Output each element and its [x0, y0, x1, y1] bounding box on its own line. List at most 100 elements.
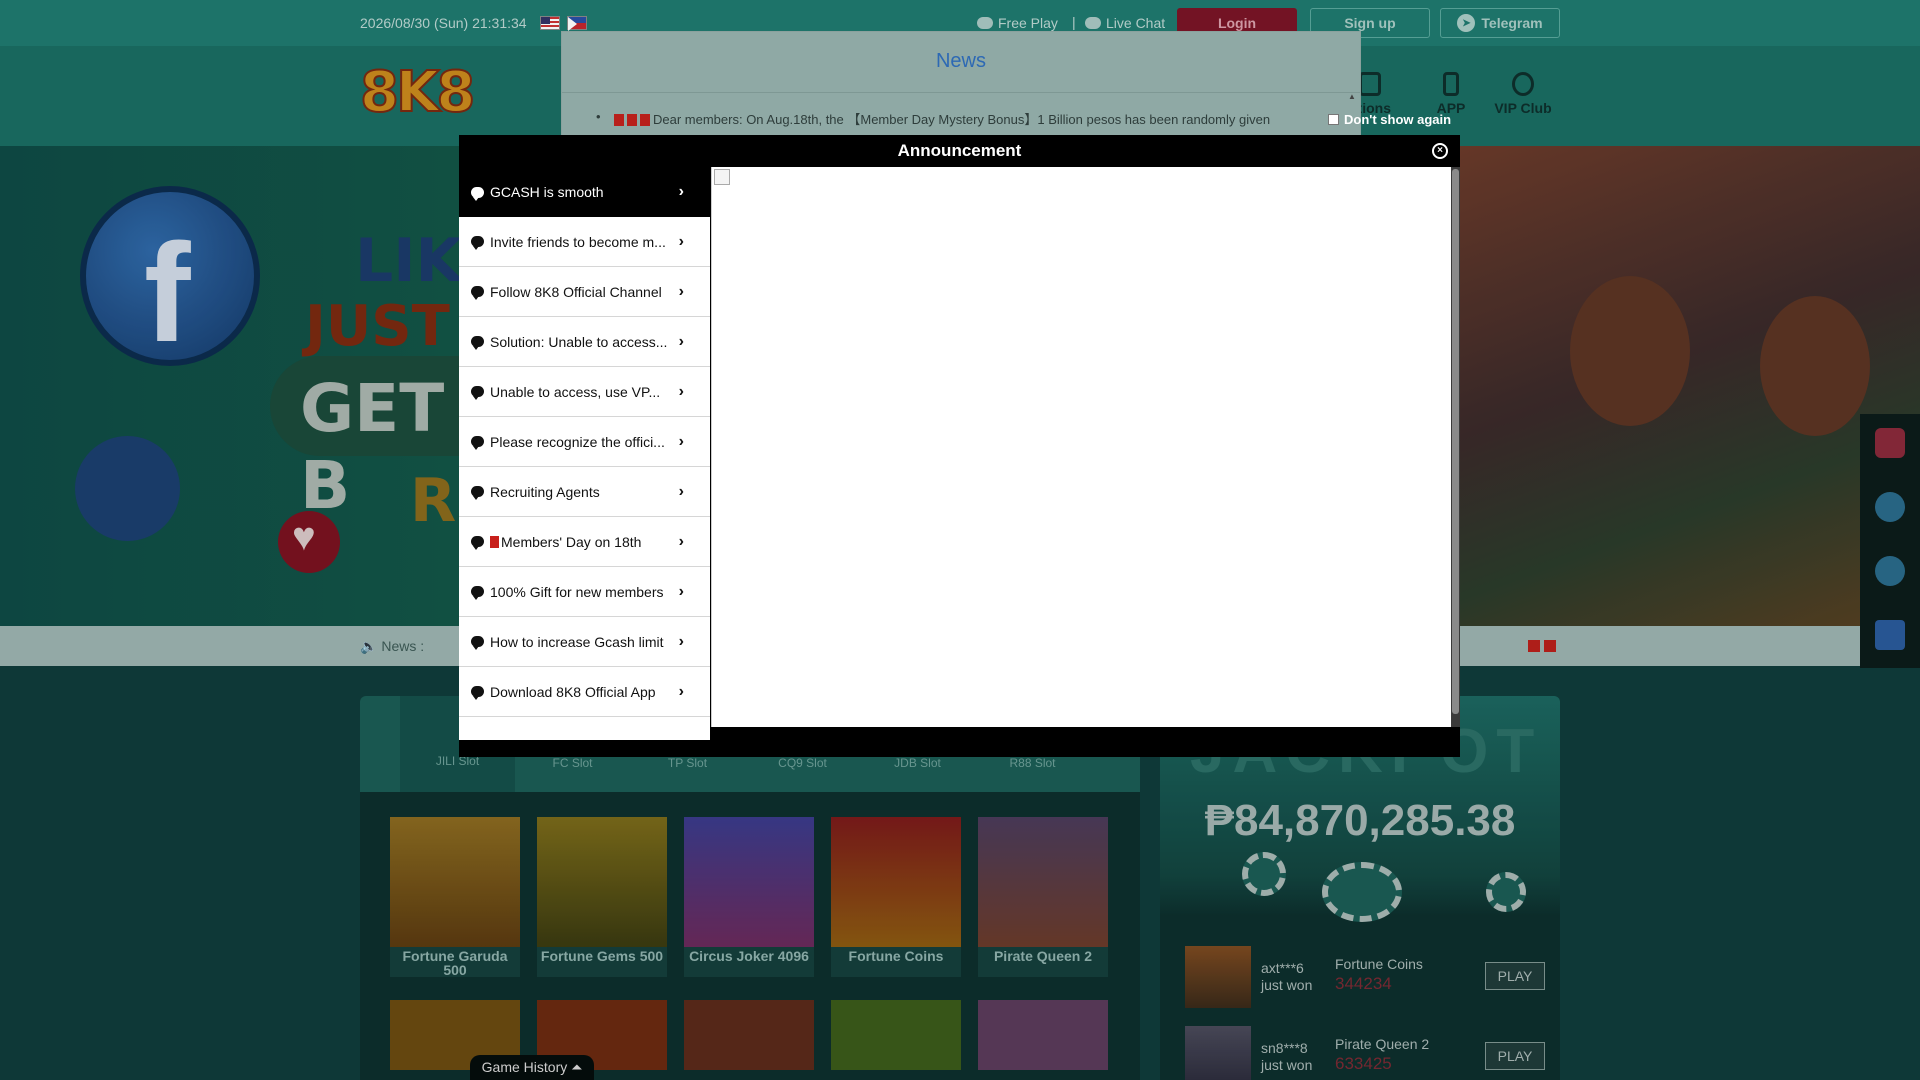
- facebook-icon: f: [80, 186, 260, 371]
- play-button[interactable]: PLAY: [1485, 1042, 1545, 1070]
- banner-line-4: R: [410, 466, 457, 536]
- chat-bubble-icon: [471, 286, 484, 300]
- game-card[interactable]: [684, 1000, 814, 1070]
- broken-image-icon: [714, 169, 730, 185]
- pirate-artwork: [1460, 146, 1920, 626]
- games-grid: Fortune Garuda 500 Fortune Gems 500 Circ…: [360, 792, 1140, 1080]
- chevron-right-icon: ›: [678, 533, 684, 550]
- telegram-icon: ➤: [1457, 14, 1476, 32]
- banner-line-2: JUST: [305, 294, 450, 359]
- chip-icon: [1242, 852, 1286, 896]
- live-chat-link[interactable]: Live Chat: [1085, 15, 1165, 31]
- chevron-right-icon: ›: [678, 283, 684, 300]
- tab-r88-slot[interactable]: R88 Slot: [975, 756, 1090, 770]
- chevron-right-icon: ›: [678, 383, 684, 400]
- game-card[interactable]: [978, 1000, 1108, 1070]
- chevron-right-icon: ›: [678, 433, 684, 450]
- news-item[interactable]: Dear members: On Aug.18th, the 【Member D…: [614, 109, 1270, 128]
- announcement-item[interactable]: GCASH is smooth ›: [459, 167, 710, 217]
- game-card[interactable]: Fortune Coins: [831, 817, 961, 977]
- news-label: 🔈 News :: [360, 638, 425, 654]
- play-button[interactable]: PLAY: [1485, 962, 1545, 990]
- chevron-right-icon: ›: [678, 683, 684, 700]
- game-thumbnail[interactable]: [1185, 1026, 1251, 1080]
- close-icon[interactable]: ×: [1432, 143, 1448, 159]
- us-flag-icon[interactable]: [540, 16, 560, 30]
- thumbs-up-icon: [75, 436, 180, 541]
- gift-icon: [1359, 72, 1381, 96]
- free-play-link[interactable]: Free Play: [977, 15, 1058, 31]
- jackpot-amount: ₱84,870,285.38: [1204, 796, 1516, 845]
- gamepad-icon: [977, 17, 993, 29]
- announcement-item[interactable]: Members' Day on 18th ›: [459, 517, 710, 567]
- tab-jdb-slot[interactable]: JDB Slot: [860, 756, 975, 770]
- announcement-item[interactable]: Download 8K8 Official App ›: [459, 667, 710, 717]
- game-card[interactable]: Circus Joker 4096: [684, 817, 814, 977]
- announcement-item[interactable]: Follow 8K8 Official Channel ›: [459, 267, 710, 317]
- dont-show-checkbox[interactable]: [1328, 114, 1339, 125]
- logo[interactable]: 8K8: [359, 59, 560, 128]
- winner-row: axt***6 just won Fortune Coins 344234 PLA…: [1185, 946, 1545, 1010]
- chat-icon[interactable]: [1875, 428, 1905, 458]
- chat-bubble-icon: [471, 486, 484, 500]
- chevron-right-icon: ›: [678, 333, 684, 350]
- chat-bubble-icon: [471, 186, 484, 201]
- announcement-modal: Announcement × GCASH is smooth › Invite f…: [459, 135, 1460, 757]
- banner-line-1: LIK: [355, 226, 463, 296]
- separator: |: [1072, 14, 1076, 30]
- chat-bubble-icon: [471, 336, 484, 350]
- headset-icon: [1085, 17, 1101, 29]
- floating-sidebar: [1860, 414, 1920, 668]
- nav-vip-club[interactable]: VIP Club: [1488, 72, 1558, 116]
- chat-bubble-icon: [471, 386, 484, 400]
- news-modal: News • Dear members: On Aug.18th, the 【M…: [561, 31, 1361, 141]
- announcement-content: [711, 167, 1451, 727]
- winner-row: sn8***8 just won Pirate Queen 2 633425 PL…: [1185, 1026, 1545, 1080]
- announcement-item[interactable]: Solution: Unable to access... ›: [459, 317, 710, 367]
- game-history-tab[interactable]: Game History ⏶: [470, 1055, 594, 1080]
- scroll-up-icon[interactable]: ▲: [1346, 92, 1358, 112]
- chat-bubble-icon: [471, 236, 484, 250]
- tab-fc-slot[interactable]: FC Slot: [515, 756, 630, 770]
- announcement-item[interactable]: Unable to access, use VP... ›: [459, 367, 710, 417]
- chat-bubble-icon: [471, 636, 484, 650]
- announcement-item[interactable]: Recruiting Agents ›: [459, 467, 710, 517]
- chip-icon: [1486, 872, 1526, 912]
- chevron-right-icon: ›: [678, 233, 684, 250]
- ph-flag-icon[interactable]: [567, 16, 587, 31]
- nav-app[interactable]: APP: [1416, 72, 1486, 116]
- chat-bubble-icon: [471, 586, 484, 600]
- tab-tp-slot[interactable]: TP Slot: [630, 756, 745, 770]
- telegram-button[interactable]: ➤ Telegram: [1440, 8, 1560, 38]
- announcement-item[interactable]: Please recognize the offici... ›: [459, 417, 710, 467]
- game-card[interactable]: Fortune Gems 500: [537, 817, 667, 977]
- chip-icon: [1322, 862, 1402, 922]
- telegram-icon[interactable]: [1875, 492, 1905, 522]
- chevron-right-icon: ›: [678, 583, 684, 600]
- news-ticker-icons: [1528, 640, 1556, 652]
- chevron-right-icon: ›: [678, 633, 684, 650]
- announcement-item[interactable]: 100% Gift for new members ›: [459, 567, 710, 617]
- facebook-icon[interactable]: [1875, 620, 1905, 650]
- chevron-right-icon: ›: [678, 183, 684, 200]
- game-thumbnail[interactable]: [1185, 946, 1251, 1008]
- telegram-icon[interactable]: [1875, 556, 1905, 586]
- vip-icon: [1512, 72, 1534, 96]
- chat-bubble-icon: [471, 686, 484, 700]
- datetime: 2026/08/30 (Sun) 21:31:34: [360, 15, 527, 31]
- announcement-title: Announcement: [897, 141, 1022, 160]
- game-card[interactable]: Pirate Queen 2: [978, 817, 1108, 977]
- announcement-item[interactable]: How to increase Gcash limit ›: [459, 617, 710, 667]
- tab-cq9-slot[interactable]: CQ9 Slot: [745, 756, 860, 770]
- dont-show-again[interactable]: Don't show again: [1328, 112, 1451, 127]
- chat-bubble-icon: [471, 536, 484, 550]
- announcement-list: GCASH is smooth › Invite friends to becom…: [459, 167, 710, 740]
- chevron-right-icon: ›: [678, 483, 684, 500]
- announcement-item[interactable]: Invite friends to become m... ›: [459, 217, 710, 267]
- game-card[interactable]: [831, 1000, 961, 1070]
- game-card[interactable]: Fortune Garuda 500: [390, 817, 520, 977]
- red-envelope-icon: [490, 535, 499, 548]
- content-scrollbar[interactable]: [1451, 167, 1460, 727]
- news-modal-title: News: [935, 50, 986, 72]
- phone-icon: [1443, 72, 1459, 96]
